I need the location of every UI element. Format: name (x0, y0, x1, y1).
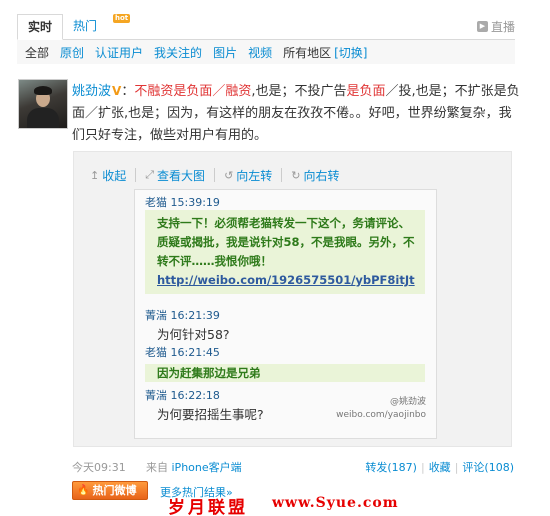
hot-weibo-label: 热门微博 (92, 484, 137, 497)
rotate-left-label: 向左转 (236, 168, 273, 183)
chat-screenshot: 老猫 15:39:19 支持一下！必须帮老猫转发一下这个，务请评论、质疑或揭批，… (145, 195, 425, 425)
filter-region: 所有地区 (283, 45, 332, 60)
chat-meta: 菁湍 16:21:39 (145, 309, 220, 322)
rotate-right-label: 向右转 (303, 168, 340, 183)
highlighted-text: 是负面 (346, 84, 386, 99)
filter-videos[interactable]: 视频 (248, 44, 272, 61)
play-icon: ▶ (476, 21, 488, 32)
filter-images[interactable]: 图片 (213, 44, 237, 61)
view-large-label: 查看大图 (157, 168, 206, 183)
filter-original[interactable]: 原创 (60, 44, 84, 61)
rotate-right-icon: ↻ (291, 168, 301, 182)
post-text: 姚劲波V：不融资是负面／融资,也是；不投广告是负面／投,也是；不扩张是负面／扩张… (72, 80, 520, 147)
source-link[interactable]: iPhone客户端 (172, 461, 242, 474)
rotate-left-icon: ↺ (224, 168, 234, 182)
post-source: 来自 iPhone客户端 (146, 461, 242, 474)
chat-message: 因为赶集那边是兄弟 (145, 364, 425, 382)
site-watermark: 岁月联盟 (168, 498, 248, 516)
highlighted-text: 不融资是负面／融资 (134, 84, 252, 99)
author-name[interactable]: 姚劲波 (72, 84, 111, 99)
chat-meta: 老猫 16:21:45 (145, 346, 220, 359)
live-link[interactable]: ▶ 直播 (476, 18, 515, 35)
rotate-right-button[interactable]: ↻ 向右转 (291, 168, 348, 183)
chat-meta: 老猫 15:39:19 (145, 196, 220, 209)
filter-bar: 全部 原创 认证用户 我关注的 图片 视频 所有地区 [切换] (17, 40, 515, 64)
region-switch-link[interactable]: [切换] (334, 44, 367, 61)
collapse-icon: ↥ (90, 168, 100, 182)
fire-icon: 🔥 (77, 485, 90, 496)
tab-hot[interactable]: 热门 (65, 14, 105, 40)
post-image[interactable]: 老猫 15:39:19 支持一下！必须帮老猫转发一下这个，务请评论、质疑或揭批，… (134, 189, 437, 439)
chat-message: 为何针对58? (157, 327, 230, 342)
comment-link[interactable]: 评论(108) (462, 461, 514, 474)
post-actions: 转发(187) | 收藏 | 评论(108) (365, 461, 514, 474)
favorite-link[interactable]: 收藏 (429, 461, 451, 474)
post-time[interactable]: 今天09:31 (72, 459, 126, 475)
hot-weibo-button[interactable]: 🔥 热门微博 (72, 481, 148, 500)
live-label: 直播 (490, 20, 515, 34)
tab-bar: 实时 热门 hot ▶ 直播 (17, 14, 515, 40)
collapse-button[interactable]: ↥ 收起 (90, 168, 137, 183)
avatar[interactable] (18, 79, 68, 129)
post-footer: 今天09:31 来自 iPhone客户端 转发(187) | 收藏 | 评论(108) (72, 459, 517, 475)
repost-link[interactable]: 转发(187) (365, 461, 417, 474)
filter-verified[interactable]: 认证用户 (95, 44, 143, 61)
chat-message: 支持一下！必须帮老猫转发一下这个，务请评论、质疑或揭批，我是说针对58，不是我眼… (145, 210, 425, 294)
site-watermark-url: www.Syue.com (272, 495, 399, 511)
tab-realtime[interactable]: 实时 (17, 14, 63, 40)
media-card: ↥ 收起 ⤢ 查看大图 ↺ 向左转 ↻ 向右转 老猫 15:39:19 支持一下！必须帮… (73, 151, 512, 447)
image-watermark: @姚劲波 weibo.com/yaojinbo (336, 397, 426, 420)
hot-badge: hot (113, 14, 131, 23)
filter-all[interactable]: 全部 (25, 44, 49, 61)
chat-link: http://weibo.com/1926575501/ybPF8itJt (157, 273, 415, 287)
view-large-button[interactable]: ⤢ 查看大图 (145, 168, 216, 183)
image-toolbar: ↥ 收起 ⤢ 查看大图 ↺ 向左转 ↻ 向右转 (90, 168, 358, 183)
post-text-segment: ： (121, 84, 135, 99)
rotate-left-button[interactable]: ↺ 向左转 (224, 168, 283, 183)
post-text-segment: ,也是；不投广告 (251, 84, 347, 99)
enlarge-icon: ⤢ (145, 168, 155, 181)
filter-following[interactable]: 我关注的 (154, 44, 202, 61)
verified-badge-icon[interactable]: V (112, 84, 121, 98)
collapse-label: 收起 (102, 168, 127, 183)
